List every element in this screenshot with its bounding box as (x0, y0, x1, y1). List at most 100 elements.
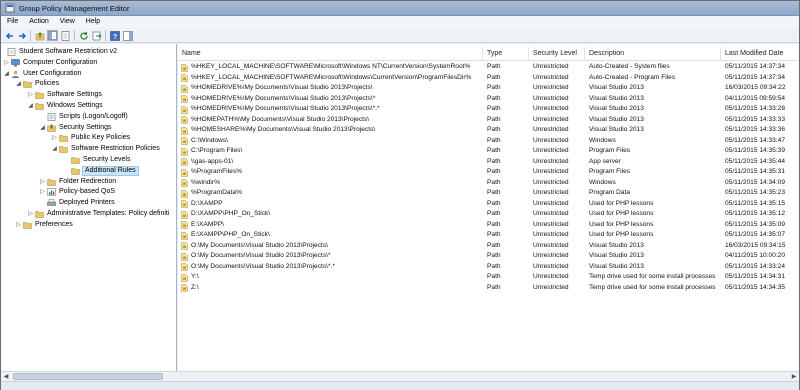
table-row[interactable]: C:\Program Files\ Path Unrestricted Program… (178, 146, 799, 157)
rule-description: Visual Studio 2013 (589, 94, 644, 102)
title-bar: Group Policy Management Editor (1, 1, 799, 16)
rule-name: O:\My Documents\Visual Studio 2013\Proje… (191, 252, 331, 259)
menu-view[interactable]: View (54, 16, 80, 28)
table-row[interactable]: D:\XAMPP Path Unrestricted Used for PHP les… (178, 199, 799, 210)
collapse-arrow-icon[interactable]: ◢ (27, 102, 34, 110)
rule-type: Path (487, 157, 501, 165)
refresh-button[interactable] (78, 30, 89, 41)
column-header-description[interactable]: Description (585, 47, 721, 61)
tree-item-windows-settings[interactable]: ◢ Windows Settings (1, 101, 176, 111)
console-tree-icon (48, 31, 57, 40)
export-list-button[interactable] (91, 30, 102, 41)
menu-file[interactable]: File (1, 16, 23, 28)
table-row[interactable]: %HKEY_LOCAL_MACHINE\SOFTWARE\Microsoft\W… (178, 62, 799, 73)
tree-item-label: Computer Configuration (23, 58, 98, 66)
scrollbar-thumb[interactable] (13, 373, 163, 380)
collapse-arrow-icon[interactable]: ◢ (39, 124, 46, 132)
rule-name: O:\My Documents\Visual Studio 2013\Proje… (191, 262, 335, 270)
column-header-security-level[interactable]: Security Level (529, 47, 585, 61)
collapse-arrow-icon[interactable]: ◢ (51, 145, 58, 153)
rule-security-level: Unrestricted (533, 94, 569, 102)
expand-arrow-icon[interactable]: ▷ (39, 178, 46, 186)
table-row[interactable]: %HOMEPATH%\My Documents\Visual Studio 20… (178, 115, 799, 126)
rule-type: Path (487, 252, 501, 259)
table-row[interactable]: %HOMEDRIVE%\My Documents\Visual Studio 2… (178, 83, 799, 94)
table-row[interactable]: %ProgramData% Path Unrestricted Program Dat… (178, 188, 799, 199)
toolbar: ? (1, 28, 799, 43)
table-row[interactable]: E:\XAMPP\ Path Unrestricted Used for PHP le… (178, 220, 799, 231)
table-row[interactable]: %HOMEDRIVE%\My Documents\Visual Studio 2… (178, 104, 799, 115)
menu-help[interactable]: Help (80, 16, 105, 28)
up-folder-button[interactable] (34, 30, 45, 41)
collapse-arrow-icon[interactable]: ◢ (15, 80, 22, 88)
rule-last-modified: 05/11/2015 14:34:31 (725, 273, 786, 280)
tree-item-label: Preferences (35, 220, 73, 228)
expand-arrow-icon[interactable]: ▷ (3, 59, 10, 67)
expand-arrow-icon[interactable]: ▷ (51, 134, 58, 142)
column-header-type[interactable]: Type (483, 47, 529, 61)
table-row[interactable]: O:\My Documents\Visual Studio 2013\Proje… (178, 251, 799, 262)
rule-description: Windows (589, 136, 616, 144)
table-row[interactable]: O:\My Documents\Visual Studio 2013\Proje… (178, 241, 799, 252)
table-row[interactable]: C:\Windows\ Path Unrestricted Windows 05/11/… (178, 136, 799, 147)
tree-item-security-settings[interactable]: ◢ Security Settings (1, 123, 176, 133)
properties-button[interactable] (60, 30, 71, 41)
rule-last-modified: 05/11/2015 14:33:33 (725, 115, 786, 123)
toolbar-separator (30, 30, 31, 41)
rule-security-level: Unrestricted (533, 262, 569, 270)
tree-item-software-restriction-policies[interactable]: ◢ Software Restriction Policies (1, 144, 176, 154)
tree-item-preferences[interactable]: ▷ Preferences (1, 220, 176, 230)
tree-item-administrative-templates-policy-definiti[interactable]: ▷ Administrative Templates: Policy defini… (1, 209, 176, 219)
expand-arrow-icon[interactable]: ▷ (27, 210, 34, 218)
rule-type: Path (487, 178, 501, 186)
table-row[interactable]: Y:\ Path Unrestricted Temp drive used for s… (178, 272, 799, 283)
expand-arrow-icon[interactable]: ▷ (15, 221, 22, 229)
show-tree-button[interactable] (47, 30, 58, 41)
expand-arrow-icon[interactable]: ▷ (27, 91, 34, 99)
rule-security-level: Unrestricted (533, 73, 569, 81)
tree-item-deployed-printers[interactable]: Deployed Printers (1, 198, 176, 208)
table-row[interactable]: D:\XAMPP\PHP_On_Stick\ Path Unrestricted Us… (178, 209, 799, 220)
show-action-pane-button[interactable] (122, 30, 133, 41)
table-row[interactable]: %windir% Path Unrestricted Windows 05/11/201… (178, 178, 799, 189)
table-row[interactable]: O:\My Documents\Visual Studio 2013\Proje… (178, 262, 799, 273)
table-row[interactable]: %HOMEDRIVE%\My Documents\Visual Studio 2… (178, 94, 799, 105)
rule-description: Used for PHP lessons (589, 231, 654, 238)
forward-button[interactable] (16, 30, 27, 41)
tree-item-student-software-restriction-v2[interactable]: Student Software Restriction v2 (1, 47, 176, 57)
help-button[interactable]: ? (109, 30, 120, 41)
tree-item-folder-redirection[interactable]: ▷ Folder Redirection (1, 177, 176, 187)
rule-name: \\gas-apps-01\ (191, 157, 234, 165)
table-row[interactable]: \\gas-apps-01\ Path Unrestricted App server… (178, 157, 799, 168)
toolbar-separator (105, 30, 106, 41)
rule-security-level: Unrestricted (533, 136, 569, 144)
tree-item-security-levels[interactable]: Security Levels (1, 155, 176, 165)
expand-arrow-icon[interactable]: ▷ (39, 188, 46, 196)
console-tree: Student Software Restriction v2 ▷ Computer… (1, 44, 177, 371)
expand-arrow-icon (39, 199, 46, 207)
menu-action[interactable]: Action (23, 16, 53, 28)
collapse-arrow-icon[interactable]: ◢ (3, 70, 10, 78)
path-rule-icon (181, 284, 188, 292)
rule-last-modified: 05/11/2015 14:33:24 (725, 262, 786, 270)
tree-item-user-configuration[interactable]: ◢ User Configuration (1, 69, 176, 79)
column-header-name[interactable]: Name (178, 47, 483, 61)
tree-item-policies[interactable]: ◢ Policies (1, 79, 176, 89)
tree-item-additional-rules[interactable]: Additional Rules (1, 165, 176, 176)
table-row[interactable]: E:\XAMPP\PHP_On_Stick\ Path Unrestricted Us… (178, 230, 799, 241)
tree-item-software-settings[interactable]: ▷ Software Settings (1, 90, 176, 100)
tree-item-computer-configuration[interactable]: ▷ Computer Configuration (1, 58, 176, 68)
table-row[interactable]: %HKEY_LOCAL_MACHINE\SOFTWARE\Microsoft\W… (178, 73, 799, 84)
tree-item-public-key-policies[interactable]: ▷ Public Key Policies (1, 133, 176, 143)
table-row[interactable]: Z:\ Path Unrestricted Temp drive used for s… (178, 283, 799, 294)
back-button[interactable] (4, 30, 15, 41)
refresh-icon (79, 31, 88, 40)
horizontal-scrollbar[interactable]: ◀ ▶ (1, 371, 799, 381)
table-row[interactable]: %HOMESHARE%\My Documents\Visual Studio 2… (178, 125, 799, 136)
table-row[interactable]: %ProgramFiles% Path Unrestricted Program Fi… (178, 167, 799, 178)
tree-item-scripts-logon-logoff[interactable]: Scripts (Logon/Logoff) (1, 112, 176, 122)
folder-icon (59, 134, 68, 143)
rule-security-level: Unrestricted (533, 283, 569, 291)
column-header-last-modified[interactable]: Last Modified Date (721, 47, 799, 61)
tree-item-policy-based-qos[interactable]: ▷ Policy-based QoS (1, 187, 176, 197)
